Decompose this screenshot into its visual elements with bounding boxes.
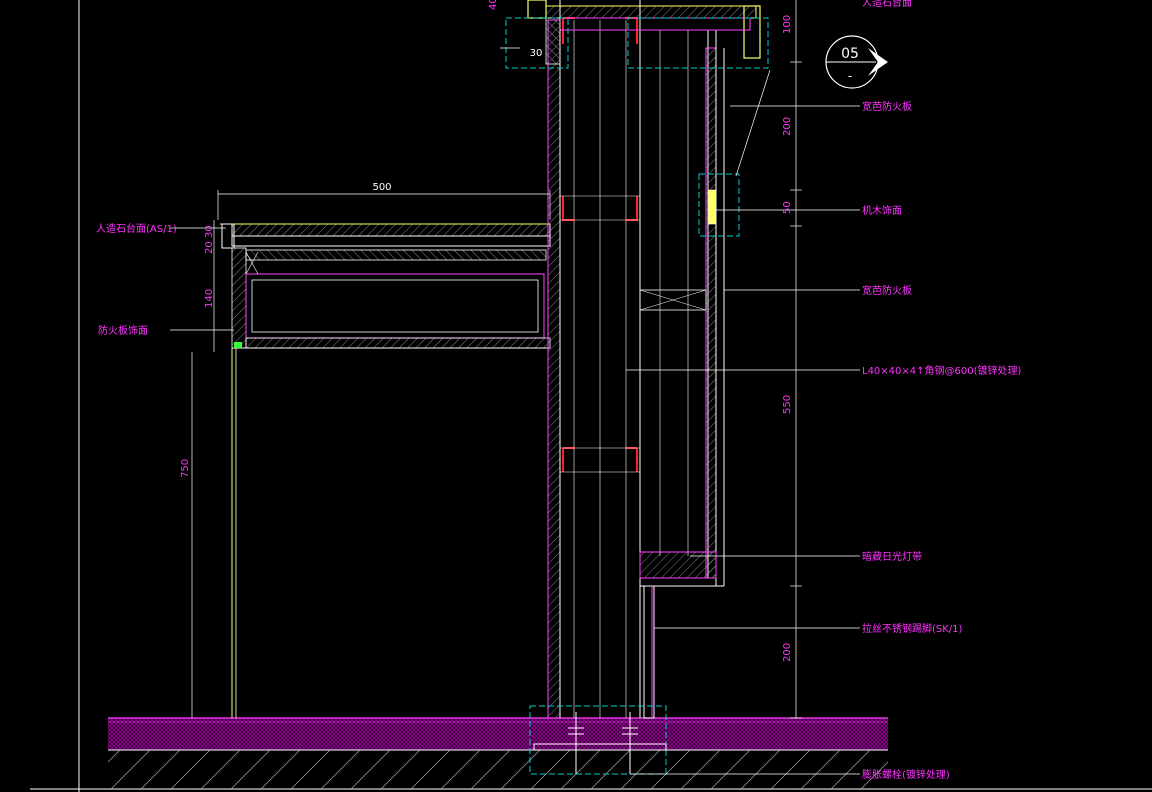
dim-20: 20	[204, 241, 215, 254]
dim-50: 50	[782, 201, 793, 214]
detail-sub: -	[848, 69, 852, 83]
label-bolt: 膨胀螺栓(镀锌处理)	[862, 768, 950, 781]
label-wood-finish: 机木饰面	[862, 204, 902, 217]
right-cladding	[639, 29, 725, 719]
dim-140: 140	[204, 289, 215, 308]
floor-slab	[108, 717, 888, 790]
label-countertop-left: 人造石台面(AS/1)	[96, 222, 177, 235]
cad-drawing-canvas: 05 - 500 30 40 20 30 140 750 100 200 50 …	[30, 0, 1152, 792]
dim-200a: 200	[782, 117, 793, 136]
label-fireboard-left: 防火板饰面	[98, 324, 148, 337]
label-light-strip: 暗藏日光灯带	[862, 550, 922, 563]
dim-550: 550	[782, 395, 793, 414]
dim-30-left: 30	[204, 225, 215, 238]
label-top-right: 人造石台面	[862, 0, 912, 9]
detail-marker: 05 -	[825, 35, 888, 89]
dim-500: 500	[372, 182, 391, 193]
label-fireboard-1: 宽芭防火板	[862, 100, 912, 113]
leader-lines	[170, 69, 860, 775]
dim-30-top: 30	[530, 48, 543, 59]
detail-number: 05	[841, 46, 859, 62]
label-fireboard-2: 宽芭防火板	[862, 284, 912, 297]
dim-40: 40	[488, 0, 499, 10]
countertop-left	[220, 223, 551, 718]
label-angle-steel: L40×40×4↑角钢@600(镀锌处理)	[862, 364, 1022, 377]
detail-callouts	[505, 17, 769, 775]
central-column	[547, 0, 641, 719]
dim-750: 750	[180, 459, 191, 478]
label-kickplate: 拉丝不锈钢踢脚(SK/1)	[862, 622, 963, 635]
dim-200b: 200	[782, 643, 793, 662]
dim-100: 100	[782, 15, 793, 34]
